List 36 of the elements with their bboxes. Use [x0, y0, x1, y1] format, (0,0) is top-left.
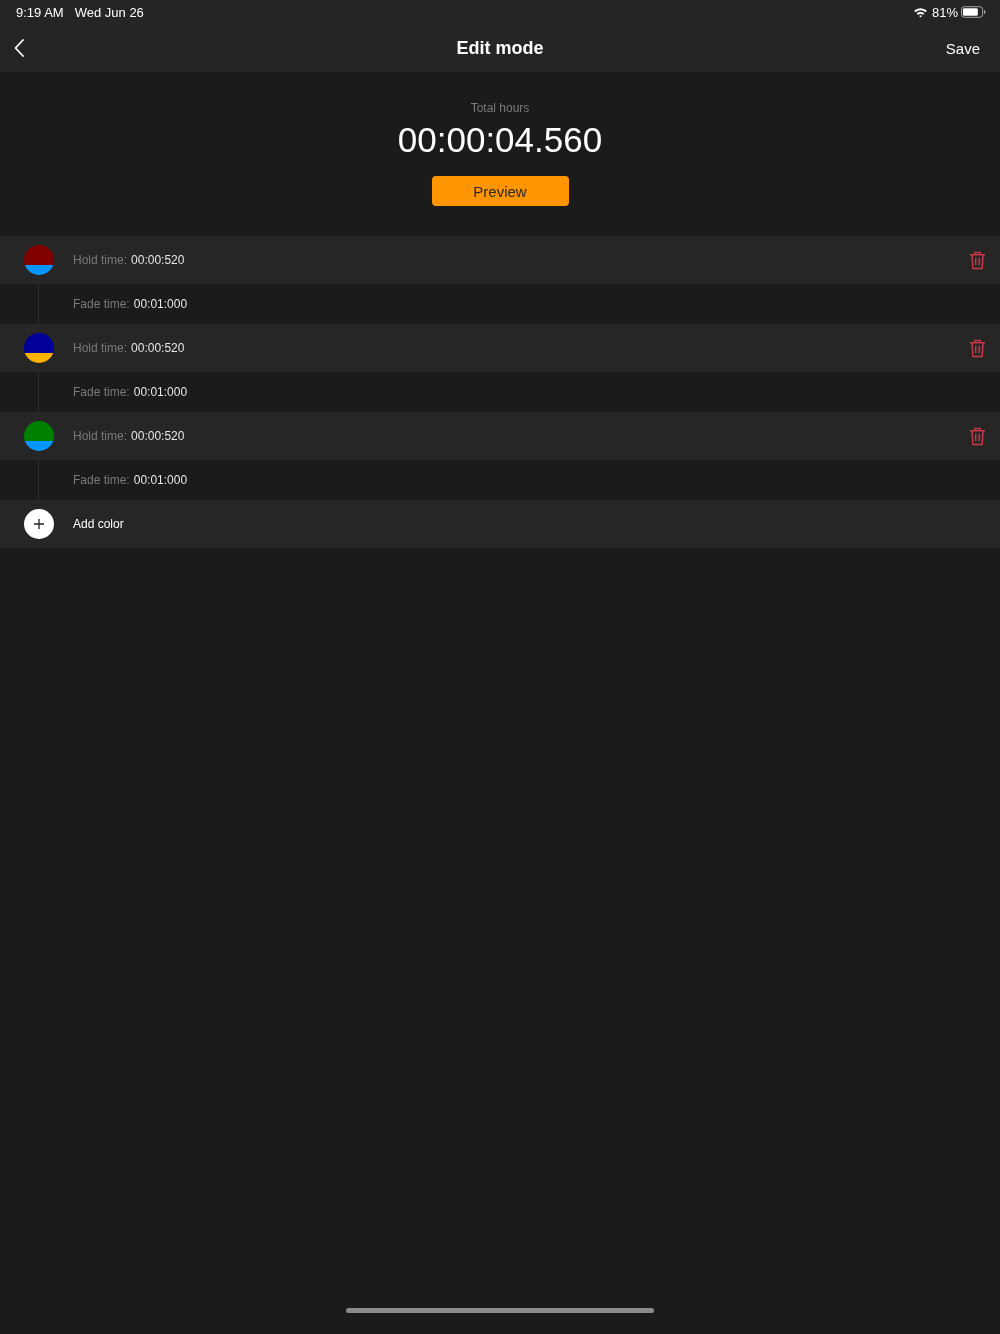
hold-time-label: Hold time: — [73, 429, 128, 443]
trash-icon — [969, 250, 986, 270]
save-button[interactable]: Save — [945, 39, 980, 57]
fade-time-value: 00:01:000 — [133, 385, 188, 399]
total-hours-label: Total hours — [470, 101, 530, 115]
hold-row[interactable]: Hold time: 00:00:520 — [0, 324, 1000, 372]
hold-row[interactable]: Hold time: 00:00:520 — [0, 236, 1000, 284]
plus-circle-icon — [24, 509, 54, 539]
status-date: Wed Jun 26 — [74, 4, 144, 20]
delete-button[interactable] — [969, 250, 986, 270]
add-color-row[interactable]: Add color — [0, 500, 1000, 548]
hold-time-value: 00:00:520 — [131, 429, 185, 443]
back-chevron-icon — [14, 39, 24, 57]
delete-button[interactable] — [969, 426, 986, 446]
trash-icon — [969, 426, 986, 446]
status-time: 9:19 AM — [16, 4, 64, 20]
hold-time-label: Hold time: — [73, 253, 128, 267]
trash-icon — [969, 338, 986, 358]
hold-time-value: 00:00:520 — [131, 341, 185, 355]
fade-time-label: Fade time: — [73, 473, 130, 487]
preview-button[interactable]: Preview — [431, 176, 569, 206]
delete-button[interactable] — [969, 338, 986, 358]
wifi-icon — [912, 6, 928, 18]
hold-time-label: Hold time: — [73, 341, 128, 355]
screen-title: Edit mode — [456, 37, 544, 59]
hold-time-value: 00:00:520 — [131, 253, 185, 267]
add-color-label: Add color — [73, 517, 124, 531]
fade-time-value: 00:01:000 — [133, 297, 188, 311]
fade-time-label: Fade time: — [73, 385, 130, 399]
fade-time-label: Fade time: — [73, 297, 130, 311]
total-hours-value: 00:00:04.560 — [397, 120, 603, 160]
hold-row[interactable]: Hold time: 00:00:520 — [0, 412, 1000, 460]
fade-time-value: 00:01:000 — [133, 473, 188, 487]
battery-icon — [961, 6, 986, 18]
battery-percent: 81% — [931, 4, 958, 20]
back-button[interactable] — [14, 39, 26, 57]
